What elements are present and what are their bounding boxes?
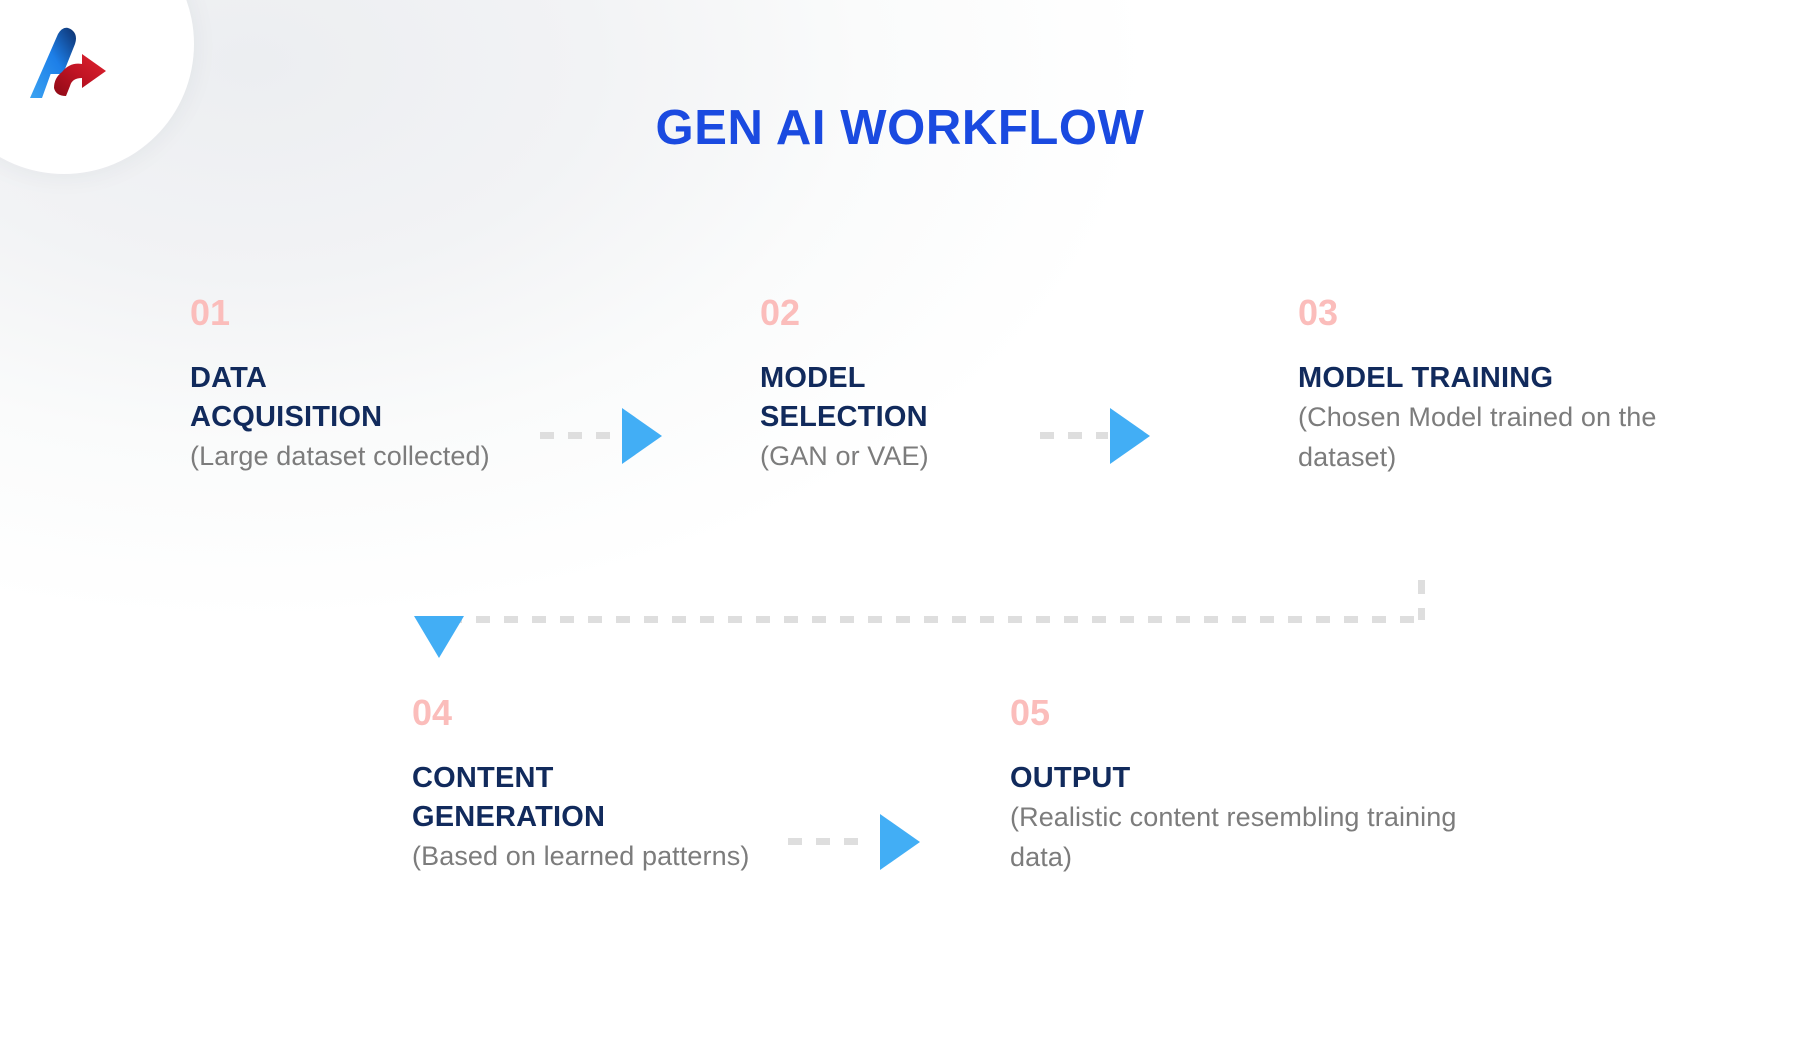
connector-04-05-dashed-line xyxy=(788,838,870,845)
step-number-01: 01 xyxy=(190,292,231,333)
connector-01-02-arrowhead-icon xyxy=(622,408,662,464)
step-title-05-line1: OUTPUT xyxy=(1010,762,1131,794)
step-title-01: DATA ACQUISITION xyxy=(190,359,490,437)
step-title-04: CONTENT GENERATION xyxy=(412,759,752,837)
connector-03-04-dashed-line xyxy=(448,616,1424,623)
connector-03-04-arrowhead-icon xyxy=(414,616,464,658)
step-number-03: 03 xyxy=(1298,292,1339,333)
step-desc-02: (GAN or VAE) xyxy=(760,440,929,471)
page-title: GEN AI WORKFLOW xyxy=(655,101,1145,155)
workflow-step-03: 03 MODEL TRAINING (Chosen Model trained … xyxy=(1298,295,1678,477)
connector-02-03-dashed-line xyxy=(1040,432,1108,439)
step-title-04-line1: CONTENT xyxy=(412,762,554,794)
step-desc-03: (Chosen Model trained on the dataset) xyxy=(1298,401,1657,472)
workflow-infographic: GEN AI WORKFLOW 01 DATA ACQUISITION (Lar… xyxy=(0,0,1800,1041)
workflow-step-02: 02 MODEL SELECTION (GAN or VAE) xyxy=(760,295,1060,476)
step-title-02: MODEL SELECTION xyxy=(760,359,1060,437)
step-desc-05: (Realistic content resembling training d… xyxy=(1010,801,1457,872)
connector-01-02-dashed-line xyxy=(540,432,624,439)
connector-04-05-arrowhead-icon xyxy=(880,814,920,870)
step-title-04-line2: GENERATION xyxy=(412,800,606,833)
connector-03-04-dashed-vertical xyxy=(1418,580,1425,620)
step-title-03: MODEL TRAINING xyxy=(1298,359,1678,398)
workflow-step-04: 04 CONTENT GENERATION (Based on learned … xyxy=(412,695,752,876)
step-title-03-line1: MODEL TRAINING xyxy=(1298,362,1554,394)
step-title-05: OUTPUT xyxy=(1010,759,1480,798)
step-title-02-line2: SELECTION xyxy=(760,400,928,433)
connector-02-03-arrowhead-icon xyxy=(1110,408,1150,464)
step-title-01-line1: DATA xyxy=(190,362,268,394)
step-title-01-line2: ACQUISITION xyxy=(190,400,383,433)
step-number-02: 02 xyxy=(760,292,801,333)
step-number-04: 04 xyxy=(412,692,453,733)
step-desc-01: (Large dataset collected) xyxy=(190,440,490,471)
step-title-02-line1: MODEL xyxy=(760,362,866,394)
workflow-step-05: 05 OUTPUT (Realistic content resembling … xyxy=(1010,695,1480,877)
workflow-step-01: 01 DATA ACQUISITION (Large dataset colle… xyxy=(190,295,490,476)
step-number-05: 05 xyxy=(1010,692,1051,733)
step-desc-04: (Based on learned patterns) xyxy=(412,840,750,871)
brand-logo-icon xyxy=(30,27,106,98)
